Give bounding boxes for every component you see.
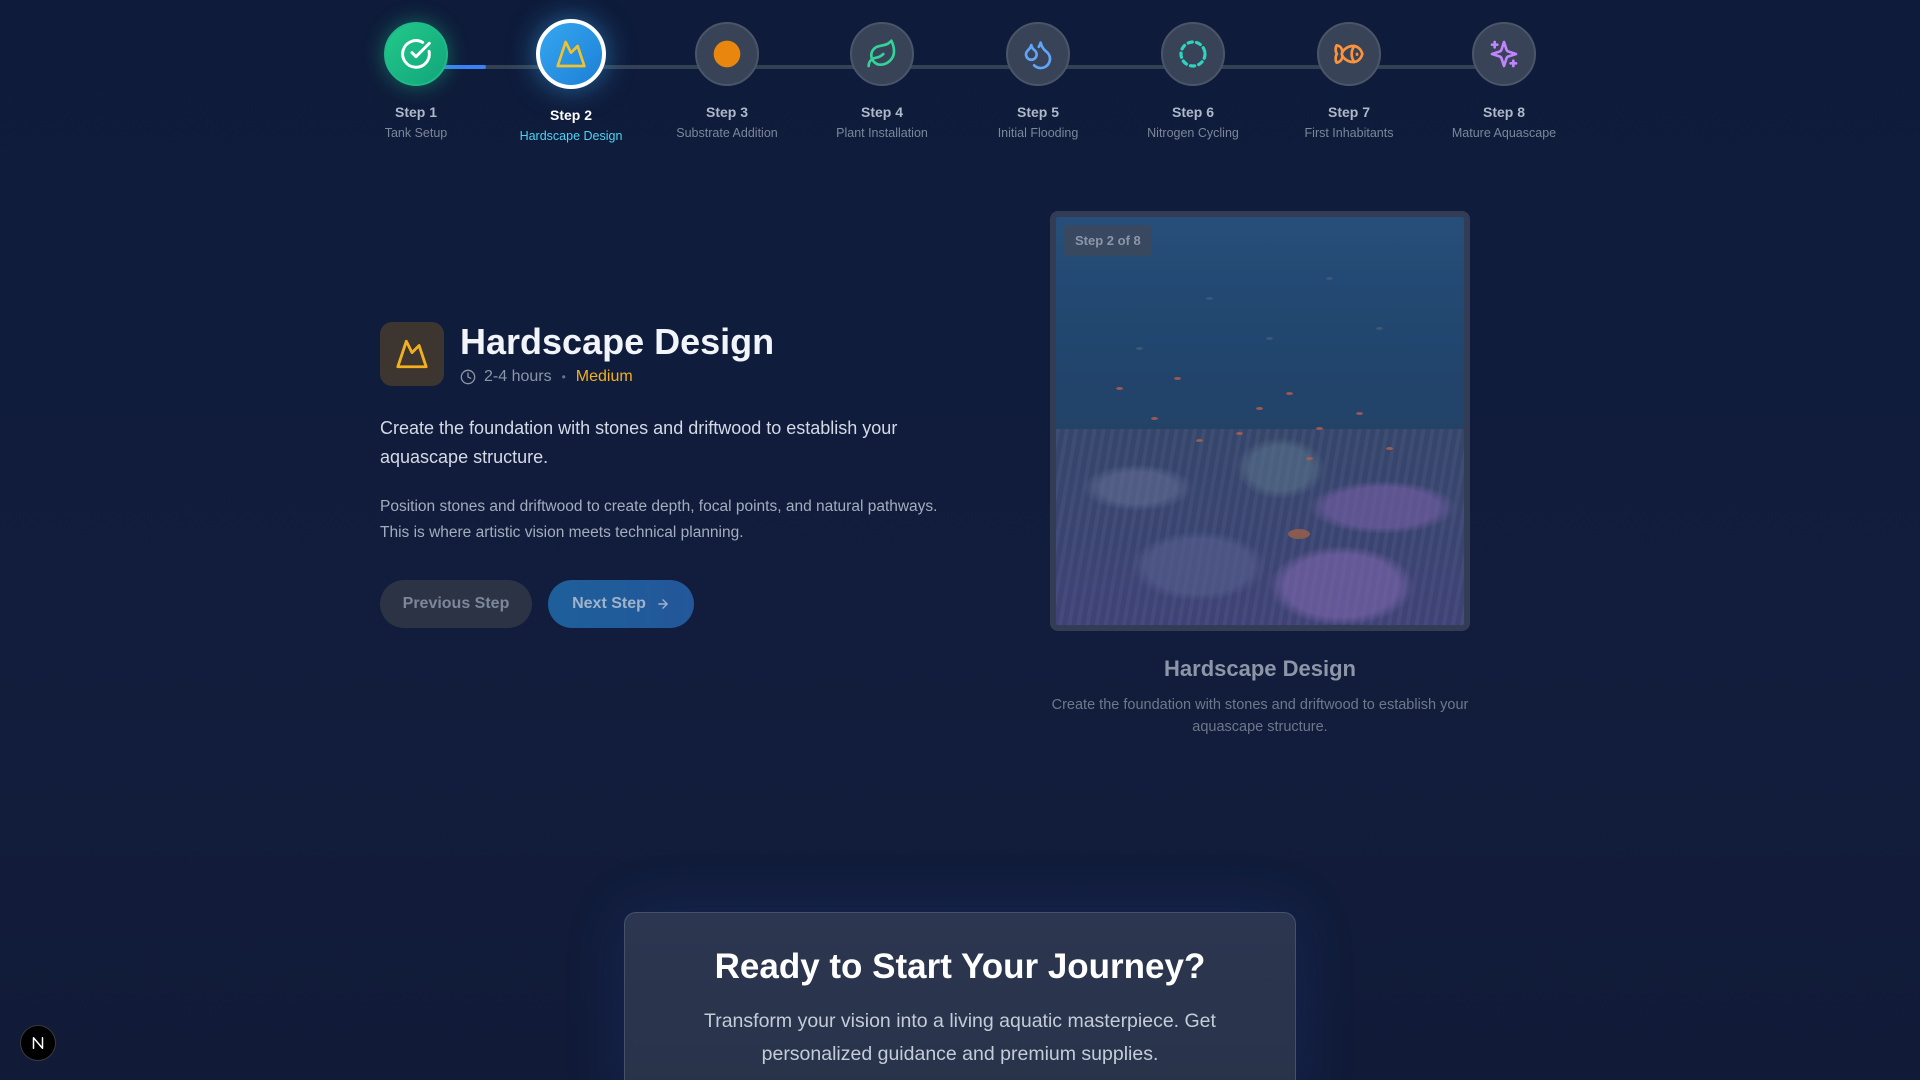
image-overlay (1056, 217, 1464, 625)
previous-step-button[interactable]: Previous Step (380, 580, 532, 628)
step-6-indicator (1161, 22, 1225, 86)
step-detail-header: Hardscape Design 2-4 hours • Medium (380, 322, 940, 386)
image-caption-description: Create the foundation with stones and dr… (1051, 697, 1469, 735)
image-caption-title: Hardscape Design (1164, 656, 1356, 681)
step-difficulty: Medium (575, 367, 633, 385)
step-number: Step 5 (1016, 104, 1059, 120)
step-5-indicator (1006, 22, 1070, 86)
cta-title: Ready to Start Your Journey? (714, 947, 1206, 986)
mountain-icon (396, 339, 428, 369)
sparkles-icon (1490, 40, 1518, 68)
step-counter-badge: Step 2 of 8 (1064, 225, 1152, 256)
check-circle-icon (401, 39, 431, 69)
step-image-panel: Step 2 of 8 (1050, 211, 1470, 631)
step-title: Substrate Addition (676, 126, 778, 140)
step-navigation: Previous Step Next Step (380, 580, 940, 628)
step-detail-title: Hardscape Design (460, 321, 775, 363)
step-duration: 2-4 hours (484, 367, 552, 385)
step-3[interactable]: Step 3 Substrate Addition (652, 22, 802, 140)
step-6[interactable]: Step 6 Nitrogen Cycling (1118, 22, 1268, 140)
step-number: Step 7 (1327, 104, 1370, 120)
step-8-indicator (1472, 22, 1536, 86)
step-2[interactable]: Step 2 Hardscape Design (496, 19, 646, 143)
step-4[interactable]: Step 4 Plant Installation (807, 22, 957, 140)
fish-icon (1334, 44, 1364, 64)
step-7[interactable]: Step 7 First Inhabitants (1274, 22, 1424, 140)
clock-icon (460, 369, 476, 385)
meta-separator: • (561, 369, 566, 384)
step-number: Step 2 (549, 107, 592, 123)
step-3-indicator (695, 22, 759, 86)
step-title: Tank Setup (384, 126, 448, 140)
next-step-button[interactable]: Next Step (548, 580, 694, 628)
step-body-text: Position stones and driftwood to create … (380, 498, 938, 541)
image-caption: Hardscape Design Create the foundation w… (1030, 656, 1490, 738)
step-title: First Inhabitants (1304, 126, 1394, 140)
step-title: Initial Flooding (997, 126, 1079, 140)
circle-icon (713, 40, 741, 68)
cta-card: Ready to Start Your Journey? Transform y… (624, 912, 1296, 1080)
step-title: Plant Installation (836, 126, 928, 140)
step-title: Hardscape Design (519, 129, 623, 143)
arrow-right-icon (658, 599, 668, 609)
progress-stepper: Step 1 Tank Setup Step 2 Hardscape Desig… (358, 19, 1558, 162)
step-lead-text: Create the foundation with stones and dr… (380, 418, 898, 467)
droplets-icon (1024, 41, 1052, 70)
n-logo-button[interactable] (20, 1025, 56, 1061)
step-detail: Hardscape Design 2-4 hours • Medium Crea… (380, 322, 940, 628)
step-7-indicator (1317, 22, 1381, 86)
dashed-circle-icon (1179, 40, 1207, 68)
step-detail-icon-tile (380, 322, 444, 386)
step-number: Step 8 (1482, 104, 1525, 120)
step-number: Step 6 (1171, 104, 1214, 120)
step-1-indicator (384, 22, 448, 86)
step-5[interactable]: Step 5 Initial Flooding (963, 22, 1113, 140)
step-meta: 2-4 hours • Medium (460, 368, 774, 386)
step-title: Nitrogen Cycling (1147, 126, 1239, 140)
step-number: Step 4 (860, 104, 903, 120)
step-8[interactable]: Step 8 Mature Aquascape (1429, 22, 1579, 140)
previous-step-label: Previous Step (402, 595, 510, 612)
mountain-icon (556, 40, 586, 68)
step-4-indicator (850, 22, 914, 86)
step-1[interactable]: Step 1 Tank Setup (341, 22, 491, 140)
step-2-indicator (536, 19, 606, 89)
step-number: Step 3 (705, 104, 748, 120)
next-step-label: Next Step (572, 595, 646, 612)
n-logo-icon (32, 1037, 44, 1049)
step-number: Step 1 (394, 104, 437, 120)
aquarium-reef-image (1056, 217, 1464, 625)
step-title: Mature Aquascape (1451, 126, 1557, 140)
cta-description: Transform your vision into a living aqua… (704, 1010, 1216, 1065)
leaf-icon (867, 39, 896, 68)
